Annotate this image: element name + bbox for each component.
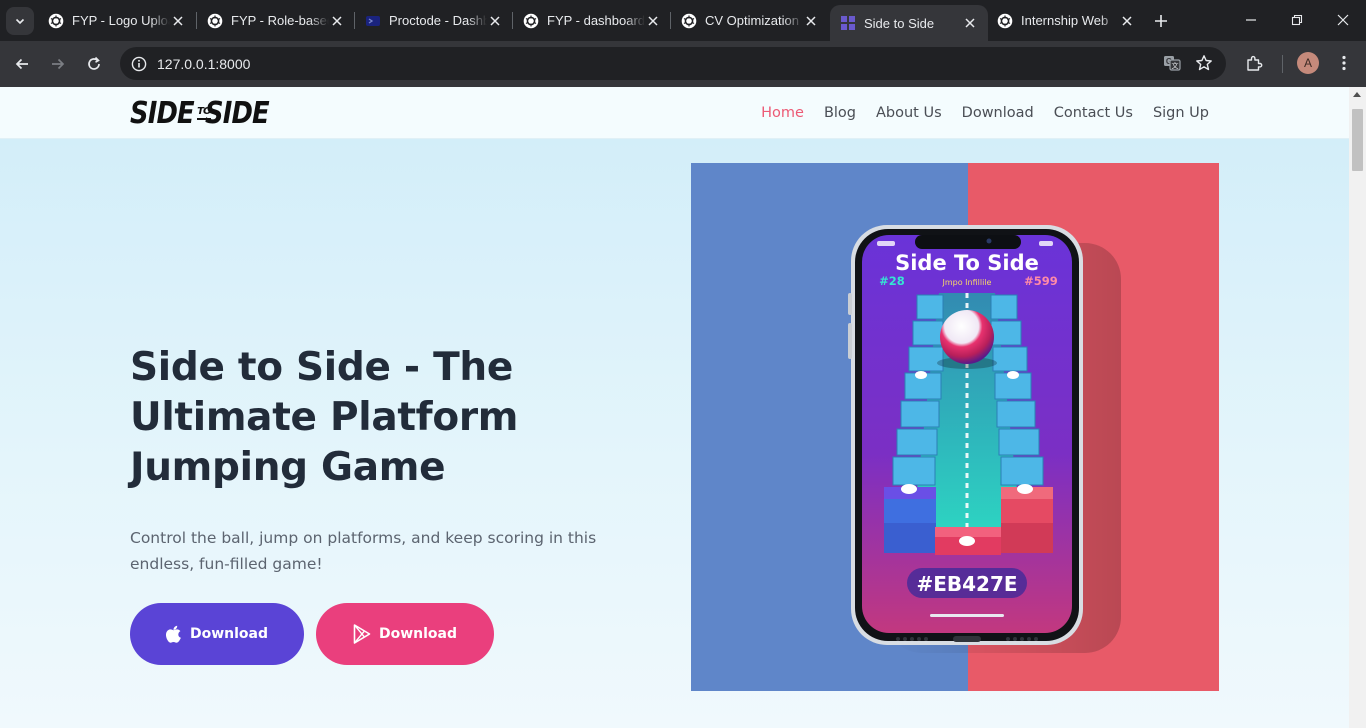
tab-title: Proctode - Dashboard: [389, 13, 487, 28]
back-button[interactable]: [7, 49, 37, 79]
tab-title: FYP - Logo Upload: [72, 13, 170, 28]
url-text[interactable]: 127.0.0.1:8000: [157, 56, 250, 72]
new-tab-button[interactable]: [1148, 8, 1174, 34]
close-icon[interactable]: [962, 15, 978, 31]
close-icon[interactable]: [645, 13, 661, 29]
nav-link-download[interactable]: Download: [962, 105, 1034, 121]
page-scrollbar[interactable]: [1349, 87, 1366, 728]
close-icon[interactable]: [170, 13, 186, 29]
nav-link-blog[interactable]: Blog: [824, 105, 856, 121]
translate-icon[interactable]: G文: [1158, 49, 1186, 77]
game-title: Side To Side: [895, 251, 1039, 275]
tab-title: FYP - dashboard: [547, 13, 645, 28]
chatgpt-icon: [48, 13, 64, 29]
browser-tab[interactable]: Proctode - Dashboard: [355, 5, 513, 36]
hero-title: Side to Side - The Ultimate Platform Jum…: [130, 345, 519, 490]
browser-tab-active[interactable]: Side to Side: [830, 5, 988, 41]
hero-section: Side to Side - The Ultimate Platform Jum…: [0, 139, 1349, 728]
close-icon[interactable]: [803, 13, 819, 29]
game-score-right: #599: [1024, 274, 1058, 288]
download-ios-button[interactable]: Download: [130, 603, 304, 665]
browser-tab[interactable]: FYP - dashboard: [513, 5, 671, 36]
tab-title: FYP - Role-based: [231, 13, 329, 28]
plus-icon: [1155, 15, 1167, 27]
address-bar[interactable]: 127.0.0.1:8000: [120, 47, 1226, 80]
restore-icon: [1291, 14, 1303, 26]
chevron-down-icon: [15, 18, 25, 25]
browser-toolbar: 127.0.0.1:8000 G文 A: [0, 41, 1366, 87]
forward-button[interactable]: [43, 49, 73, 79]
reload-button[interactable]: [79, 49, 109, 79]
tab-title: Internship Web: [1021, 13, 1109, 28]
minimize-icon: [1246, 19, 1256, 21]
apple-icon: [165, 625, 181, 643]
restore-button[interactable]: [1274, 0, 1320, 40]
browser-tab[interactable]: CV Optimization: [671, 5, 829, 36]
hero-game-illustration: Side To Side #28 Jmpo Infillile #599 #EB…: [691, 163, 1219, 691]
nav-link-home[interactable]: Home: [761, 105, 804, 121]
game-score-left: #28: [879, 274, 905, 288]
logo-text-right: SIDE: [204, 95, 270, 131]
minimize-button[interactable]: [1228, 0, 1274, 40]
more-menu-icon[interactable]: [1330, 49, 1358, 77]
game-tagline: Jmpo Infillile: [942, 278, 992, 287]
chatgpt-icon: [997, 13, 1013, 29]
game-color-code: #EB427E: [916, 572, 1017, 596]
site-header: SIDE TO SIDE Home Blog About Us Download…: [0, 87, 1349, 139]
scroll-up-arrow-icon[interactable]: [1353, 92, 1361, 97]
profile-avatar[interactable]: A: [1297, 52, 1319, 74]
tab-title: Side to Side: [864, 15, 935, 31]
nav-link-about-us[interactable]: About Us: [876, 105, 942, 121]
bookmark-star-icon[interactable]: [1190, 49, 1218, 77]
site-icon: [840, 15, 856, 31]
tab-search-button[interactable]: [6, 7, 34, 35]
scrollbar-thumb[interactable]: [1352, 109, 1363, 171]
browser-tab[interactable]: FYP - Logo Upload: [38, 5, 196, 36]
arrow-right-icon: [52, 58, 65, 70]
close-icon[interactable]: [1119, 13, 1135, 29]
chatgpt-icon: [523, 13, 539, 29]
close-window-button[interactable]: [1320, 0, 1366, 40]
site-info-icon[interactable]: [122, 47, 156, 80]
close-icon[interactable]: [329, 13, 345, 29]
reload-icon: [88, 56, 100, 70]
chatgpt-icon: [207, 13, 223, 29]
hero-subtitle: Control the ball, jump on platforms, and…: [130, 529, 597, 573]
tab-title: CV Optimization: [705, 13, 799, 28]
browser-tab[interactable]: FYP - Role-based: [197, 5, 355, 36]
arrow-left-icon: [15, 58, 28, 70]
download-android-label: Download: [378, 626, 458, 642]
close-icon[interactable]: [487, 13, 503, 29]
page-viewport: SIDE TO SIDE Home Blog About Us Download…: [0, 87, 1366, 728]
site-logo[interactable]: SIDE TO SIDE: [130, 95, 279, 131]
download-ios-label: Download: [189, 626, 269, 642]
download-android-button[interactable]: Download: [316, 603, 494, 665]
toolbar-divider: [1282, 55, 1283, 73]
nav-link-contact-us[interactable]: Contact Us: [1054, 105, 1133, 121]
browser-tab[interactable]: Internship Web: [987, 5, 1145, 36]
extensions-puzzle-icon[interactable]: [1240, 49, 1268, 77]
svg-text:文: 文: [1172, 61, 1179, 70]
chatgpt-icon: [681, 13, 697, 29]
logo-text-left: SIDE: [130, 95, 195, 131]
close-icon: [1337, 14, 1349, 26]
google-play-icon: [353, 624, 371, 644]
nav-link-sign-up[interactable]: Sign Up: [1153, 105, 1209, 121]
main-nav: Home Blog About Us Download Contact Us S…: [761, 87, 1209, 139]
proctode-icon: [365, 13, 381, 29]
browser-tab-strip: FYP - Logo Upload FYP - Role-based Proct…: [0, 0, 1366, 41]
